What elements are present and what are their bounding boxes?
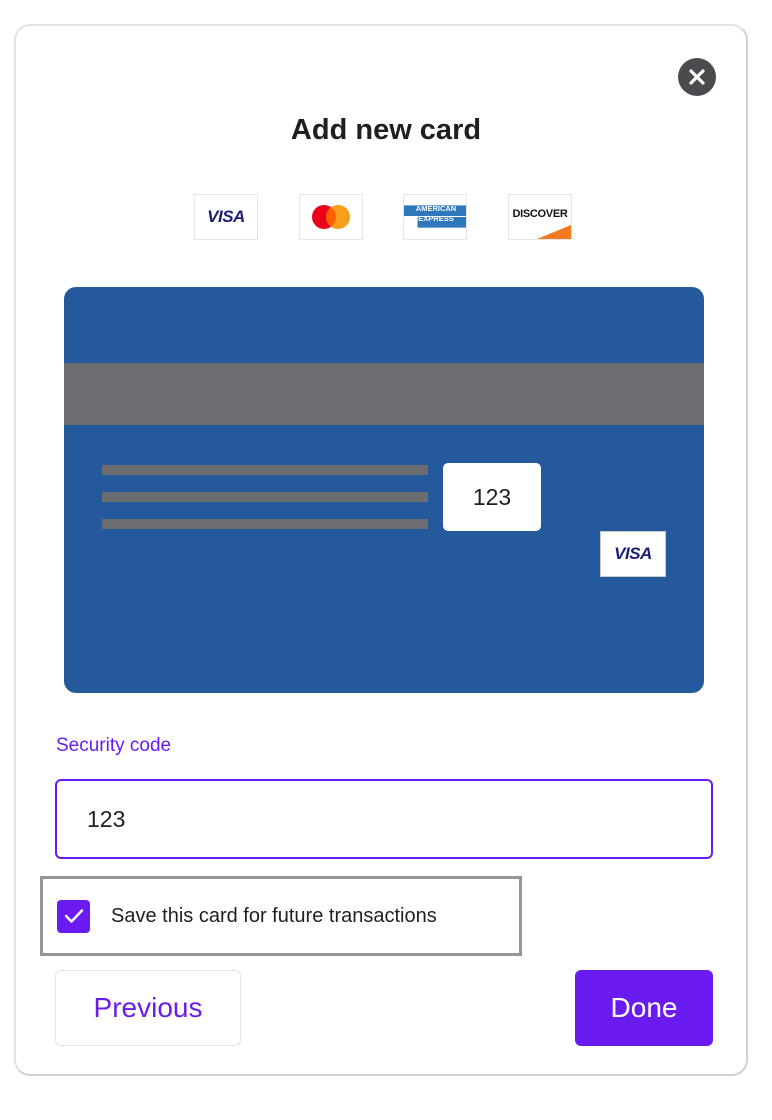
done-button[interactable]: Done <box>575 970 713 1046</box>
discover-logo: DISCOVER <box>508 194 572 240</box>
close-button[interactable] <box>678 58 716 96</box>
discover-stripe-icon <box>537 225 571 239</box>
card-back-preview: 123 VISA <box>64 287 704 693</box>
security-code-label: Security code <box>56 735 172 756</box>
signature-line <box>102 465 428 475</box>
save-card-checkbox[interactable] <box>57 899 90 933</box>
security-code-field-wrapper <box>55 779 713 859</box>
card-brand-logo: VISA <box>600 531 666 577</box>
close-icon <box>689 69 705 85</box>
signature-line <box>102 519 428 529</box>
mastercard-logo <box>299 194 363 240</box>
security-code-input[interactable] <box>57 781 711 857</box>
mastercard-icon <box>312 205 350 229</box>
modal-title: Add new card <box>290 114 482 146</box>
discover-logo-text: DISCOVER <box>512 208 568 220</box>
checkmark-icon <box>64 909 83 923</box>
card-brand-text: VISA <box>614 544 652 563</box>
save-card-label: Save this card for future transactions <box>111 904 437 927</box>
visa-logo-text: VISA <box>207 207 245 226</box>
american-express-logo: AMERICAN EXPRESS <box>403 194 467 240</box>
magnetic-stripe <box>64 363 704 425</box>
american-express-text: AMERICAN EXPRESS <box>415 204 457 223</box>
visa-logo: VISA <box>194 194 258 240</box>
previous-button[interactable]: Previous <box>55 970 241 1046</box>
save-card-option[interactable]: Save this card for future transactions <box>40 876 522 956</box>
signature-line <box>102 492 428 502</box>
cvv-display: 123 <box>443 463 541 531</box>
